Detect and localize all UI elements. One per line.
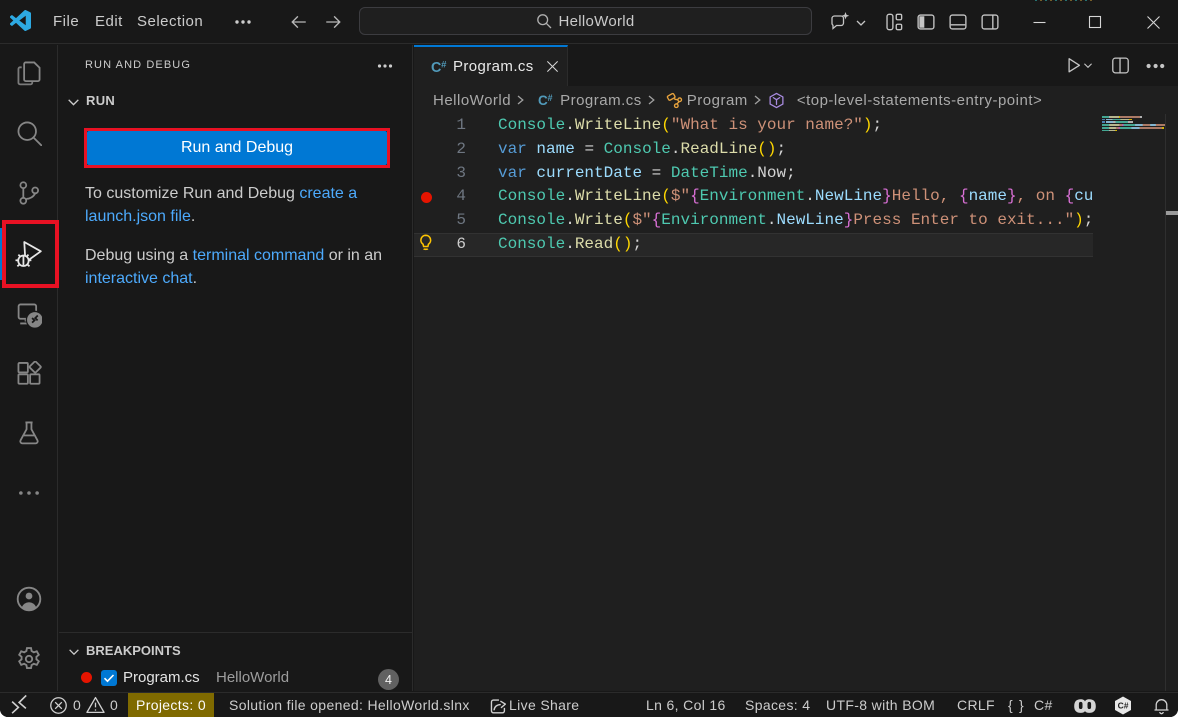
svg-text:#: #	[441, 60, 447, 71]
svg-text:C#: C#	[1118, 701, 1129, 711]
svg-text:#: #	[548, 93, 554, 103]
